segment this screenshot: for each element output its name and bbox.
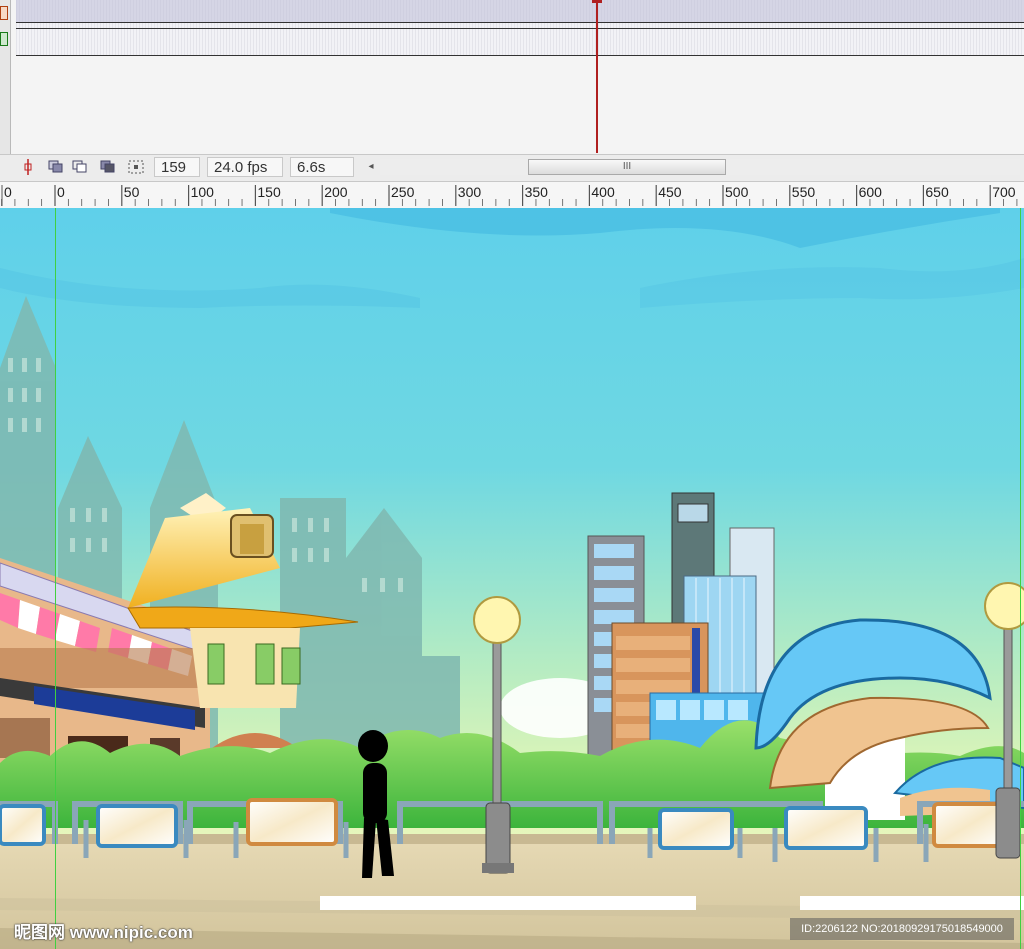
layer-icon-1[interactable] [0, 6, 8, 20]
edit-multiple-frames-icon[interactable] [98, 158, 118, 176]
stage-guide-left[interactable] [55, 208, 56, 949]
ruler-label: 650 [925, 184, 949, 200]
stage-artwork [0, 208, 1024, 949]
ruler-label: 250 [391, 184, 415, 200]
frame-grid[interactable] [16, 0, 1024, 56]
ruler-label: 50 [124, 184, 140, 200]
ruler-label: 200 [324, 184, 348, 200]
current-frame-field[interactable]: 159 [154, 157, 200, 177]
timeline-toolbar: 159 24.0 fps 6.6s ◂ III [0, 154, 1024, 182]
ruler-label: 350 [525, 184, 549, 200]
ruler-label: 0 [57, 184, 65, 200]
playhead[interactable] [596, 0, 598, 153]
watermark-site: 昵图网 www.nipic.com [14, 923, 193, 942]
ruler-label: 300 [458, 184, 482, 200]
onion-skin-outlines-icon[interactable] [70, 158, 90, 176]
ruler-label: 450 [658, 184, 682, 200]
ruler-label: 550 [792, 184, 816, 200]
elapsed-time-field[interactable]: 6.6s [290, 157, 354, 177]
center-frame-icon[interactable] [18, 158, 38, 176]
layer-list [0, 0, 11, 155]
layer-icon-2[interactable] [0, 32, 8, 46]
ruler-label: 700 [992, 184, 1016, 200]
stage-guide-right[interactable] [1020, 208, 1021, 949]
ruler-label: 0 [4, 184, 12, 200]
watermark-id: ID:2206122 NO:20180929175018549000 [790, 918, 1014, 940]
modify-onion-markers-icon[interactable] [126, 158, 146, 176]
horizontal-ruler: 0 0 50 100 150 200 250 300 350 400 450 500 550 600 650… [0, 182, 1024, 209]
stage-canvas[interactable] [0, 208, 1024, 949]
timeline-scrollbar[interactable]: III [380, 159, 1020, 175]
ruler-label: 100 [191, 184, 215, 200]
scroll-left-arrow-icon[interactable]: ◂ [364, 159, 378, 175]
timeline-empty-area [16, 56, 1024, 154]
frame-rate-field[interactable]: 24.0 fps [207, 157, 283, 177]
ruler-label: 400 [591, 184, 615, 200]
selected-layer-frames [16, 0, 1024, 22]
ruler-label: 150 [257, 184, 281, 200]
timeline-panel: 159 24.0 fps 6.6s ◂ III [0, 0, 1024, 182]
ruler-label: 500 [725, 184, 749, 200]
scrollbar-thumb[interactable]: III [528, 159, 726, 175]
ruler-label: 600 [859, 184, 883, 200]
onion-skin-icon[interactable] [46, 158, 66, 176]
ruler-ticks: 0 0 50 100 150 200 250 300 350 400 450 500 550 600 650… [1, 184, 1018, 206]
